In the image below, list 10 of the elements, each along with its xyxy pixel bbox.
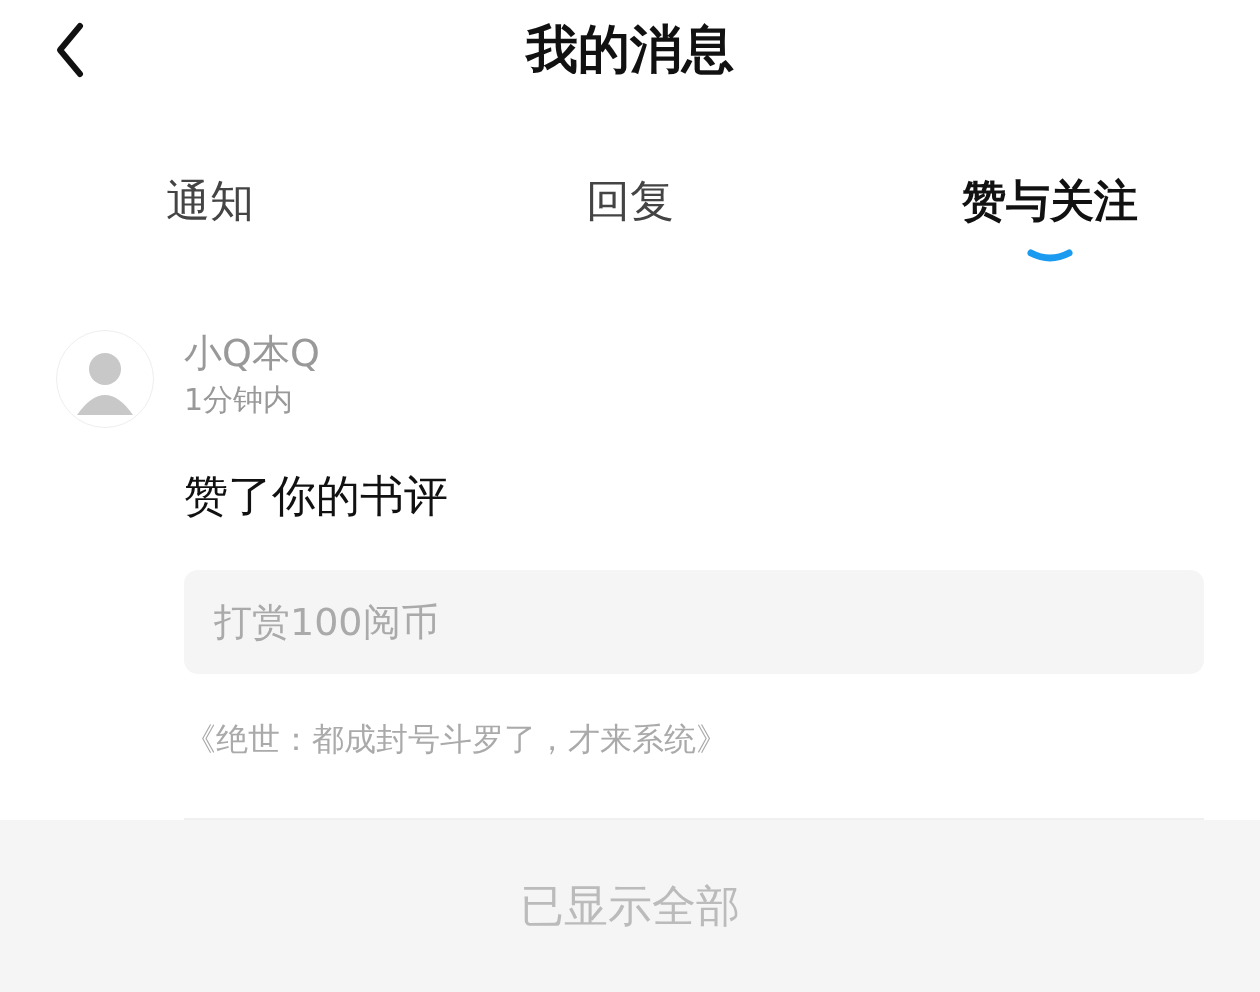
tab[interactable]: 赞与关注 (840, 100, 1260, 280)
user-name: 小Q本Q (184, 330, 321, 376)
quoted-comment: 打赏100阅币 (184, 570, 1204, 674)
tab[interactable]: 通知 (0, 100, 420, 280)
tab-indicator (1027, 249, 1073, 263)
message-text: 赞了你的书评 (184, 469, 449, 523)
tab[interactable]: 回复 (420, 100, 840, 280)
page-title: 我的消息 (526, 18, 734, 81)
end-of-list-text: 已显示全部 (520, 878, 740, 933)
message-time: 1分钟内 (184, 381, 295, 419)
